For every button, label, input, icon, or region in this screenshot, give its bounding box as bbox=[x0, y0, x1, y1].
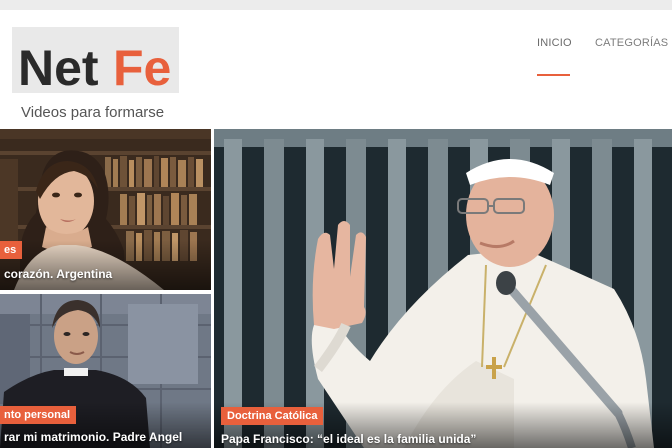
featured-videos-grid: es corazón. Argentina nto personal rar m… bbox=[0, 129, 672, 448]
category-badge[interactable]: nto personal bbox=[0, 406, 77, 424]
category-badge[interactable]: Doctrina Católica bbox=[221, 407, 324, 425]
video-thumbnail bbox=[214, 129, 672, 448]
top-strip bbox=[0, 0, 672, 10]
category-badge[interactable]: es bbox=[0, 241, 23, 259]
svg-text:Net: Net bbox=[18, 40, 99, 96]
nav-active-indicator bbox=[537, 74, 570, 76]
video-card-papa-francisco[interactable]: Doctrina Católica Papa Francisco: “el id… bbox=[214, 129, 672, 448]
video-card-argentina[interactable]: es corazón. Argentina bbox=[0, 129, 211, 290]
video-title[interactable]: corazón. Argentina bbox=[4, 267, 112, 281]
video-title[interactable]: rar mi matrimonio. Padre Angel bbox=[4, 430, 182, 444]
svg-text:Fe: Fe bbox=[113, 40, 171, 96]
netfe-logo[interactable]: Net Fe Videos para formarse bbox=[12, 27, 179, 122]
svg-text:Videos para formarse: Videos para formarse bbox=[21, 104, 164, 121]
video-title[interactable]: Papa Francisco: “el ideal es la familia … bbox=[221, 432, 476, 446]
caption-shade bbox=[0, 240, 211, 290]
nav-item-inicio[interactable]: INICIO bbox=[537, 37, 572, 49]
nav-item-categorias[interactable]: CATEGORÍAS DE bbox=[595, 37, 672, 49]
video-card-padre-angel[interactable]: nto personal rar mi matrimonio. Padre An… bbox=[0, 294, 211, 448]
site-header: Net Fe Videos para formarse INICIO CATEG… bbox=[0, 10, 672, 130]
